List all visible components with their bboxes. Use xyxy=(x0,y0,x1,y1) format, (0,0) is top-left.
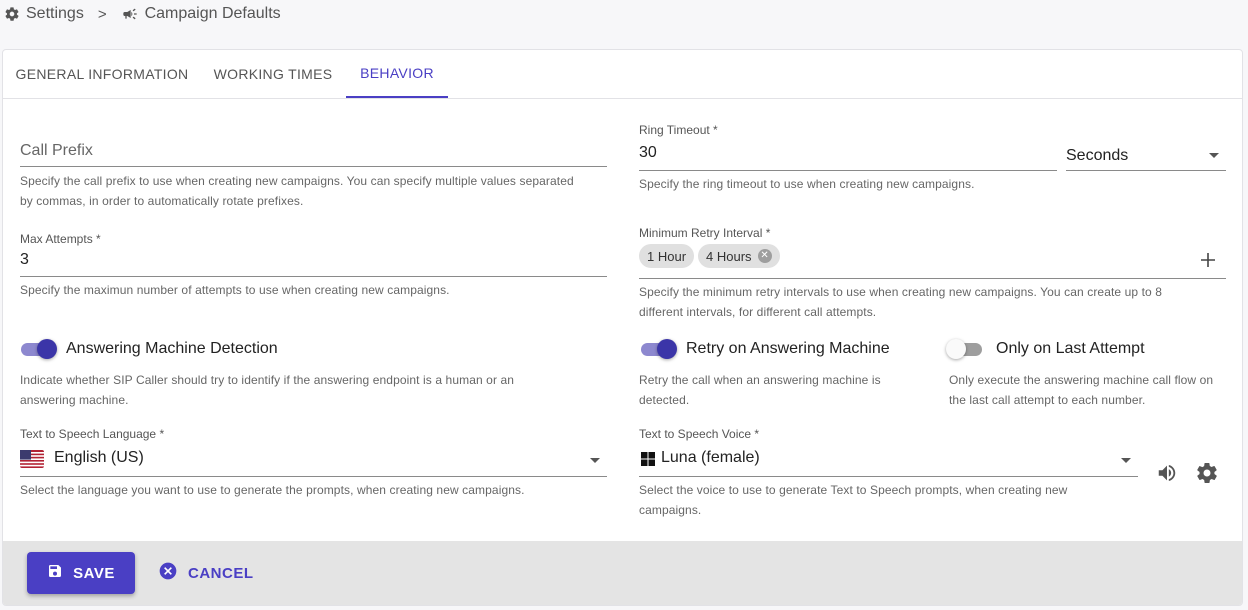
tab-bar: GENERAL INFORMATION WORKING TIMES BEHAVI… xyxy=(3,50,1242,99)
us-flag-icon xyxy=(20,450,44,473)
max-attempts-underline xyxy=(20,276,607,277)
breadcrumb: Settings > Campaign Defaults xyxy=(4,4,281,24)
ring-timeout-unit-value: Seconds xyxy=(1066,147,1129,164)
windows-icon xyxy=(641,452,655,471)
tts-voice-underline xyxy=(639,476,1138,477)
speaker-icon[interactable] xyxy=(1156,462,1178,484)
amd-helper-1: Indicate whether SIP Caller should try t… xyxy=(20,373,515,387)
tts-voice-label: Text to Speech Voice * xyxy=(639,427,760,441)
tts-language-underline xyxy=(20,476,607,477)
ring-timeout-input[interactable]: 30 xyxy=(639,144,657,162)
save-button[interactable]: SAVE xyxy=(27,552,135,594)
tts-language-value: English (US) xyxy=(54,449,144,466)
only-last-attempt-label: Only on Last Attempt xyxy=(996,340,1145,357)
tab-general-information[interactable]: GENERAL INFORMATION xyxy=(3,50,201,98)
chevron-down-icon xyxy=(590,458,600,463)
amd-toggle[interactable] xyxy=(19,338,59,360)
min-retry-interval-label: Minimum Retry Interval * xyxy=(639,226,771,240)
max-attempts-label: Max Attempts * xyxy=(20,232,101,246)
tts-voice-select[interactable]: Luna (female) xyxy=(639,448,1138,476)
retry-interval-chip[interactable]: 4 Hours ✕ xyxy=(698,244,780,268)
min-retry-interval-underline xyxy=(639,278,1226,279)
retry-on-am-toggle[interactable] xyxy=(639,338,679,360)
megaphone-icon xyxy=(121,6,139,22)
tab-behavior[interactable]: BEHAVIOR xyxy=(346,50,448,98)
call-prefix-helper-2: by commas, in order to automatically rot… xyxy=(20,194,304,208)
tts-voice-value: Luna (female) xyxy=(661,449,760,466)
voice-settings-gear-icon[interactable] xyxy=(1195,461,1219,485)
chip-label: 1 Hour xyxy=(647,248,687,264)
save-button-label: SAVE xyxy=(73,564,115,582)
retry-interval-chip[interactable]: 1 Hour xyxy=(639,244,695,268)
amd-helper-2: answering machine. xyxy=(20,393,129,407)
min-retry-interval-helper-1: Specify the minimum retry intervals to u… xyxy=(639,285,1163,299)
cancel-circle-icon xyxy=(158,561,178,585)
form-footer: SAVE CANCEL xyxy=(3,541,1242,605)
call-prefix-input[interactable]: Call Prefix xyxy=(20,142,93,160)
ring-timeout-label: Ring Timeout * xyxy=(639,123,718,137)
tab-working-times[interactable]: WORKING TIMES xyxy=(201,50,345,98)
ring-timeout-unit-select[interactable]: Seconds xyxy=(1066,147,1226,171)
retry-on-am-label: Retry on Answering Machine xyxy=(686,340,890,357)
amd-label: Answering Machine Detection xyxy=(66,340,278,357)
ring-timeout-unit-underline xyxy=(1066,170,1226,171)
tts-voice-helper-1: Select the voice to use to generate Text… xyxy=(639,483,1068,497)
retry-on-am-helper-1: Retry the call when an answering machine… xyxy=(639,373,881,387)
breadcrumb-campaign-label: Campaign Defaults xyxy=(144,5,281,22)
cancel-button-label: CANCEL xyxy=(188,564,254,582)
ring-timeout-underline xyxy=(639,170,1057,171)
retry-on-am-helper-2: detected. xyxy=(639,393,690,407)
ring-timeout-helper: Specify the ring timeout to use when cre… xyxy=(639,177,975,191)
min-retry-interval-helper-2: different intervals, for different call … xyxy=(639,305,877,319)
breadcrumb-settings-label: Settings xyxy=(26,5,84,22)
plus-icon[interactable] xyxy=(1199,251,1217,269)
tts-language-label: Text to Speech Language * xyxy=(20,427,165,441)
chip-delete-icon[interactable]: ✕ xyxy=(757,249,772,263)
gear-icon xyxy=(4,6,20,22)
only-last-attempt-toggle[interactable] xyxy=(946,338,986,360)
breadcrumb-campaign-defaults: Campaign Defaults xyxy=(121,5,281,23)
max-attempts-input[interactable]: 3 xyxy=(20,251,29,269)
breadcrumb-separator: > xyxy=(97,5,107,23)
only-last-attempt-helper-1: Only execute the answering machine call … xyxy=(949,373,1214,387)
save-icon xyxy=(47,563,63,583)
chevron-down-icon xyxy=(1121,458,1131,463)
settings-card: GENERAL INFORMATION WORKING TIMES BEHAVI… xyxy=(2,49,1243,606)
cancel-button[interactable]: CANCEL xyxy=(158,552,254,594)
max-attempts-helper: Specify the maximun number of attempts t… xyxy=(20,283,450,297)
tts-language-helper: Select the language you want to use to g… xyxy=(20,483,525,497)
tts-language-select[interactable]: English (US) xyxy=(20,448,607,476)
chip-label: 4 Hours xyxy=(706,248,752,264)
tts-voice-helper-2: campaigns. xyxy=(639,503,702,517)
only-last-attempt-helper-2: the last call attempt to each number. xyxy=(949,393,1146,407)
chevron-down-icon xyxy=(1209,153,1219,158)
call-prefix-helper-1: Specify the call prefix to use when crea… xyxy=(20,174,574,188)
breadcrumb-settings[interactable]: Settings xyxy=(4,5,84,23)
call-prefix-underline xyxy=(20,166,607,167)
